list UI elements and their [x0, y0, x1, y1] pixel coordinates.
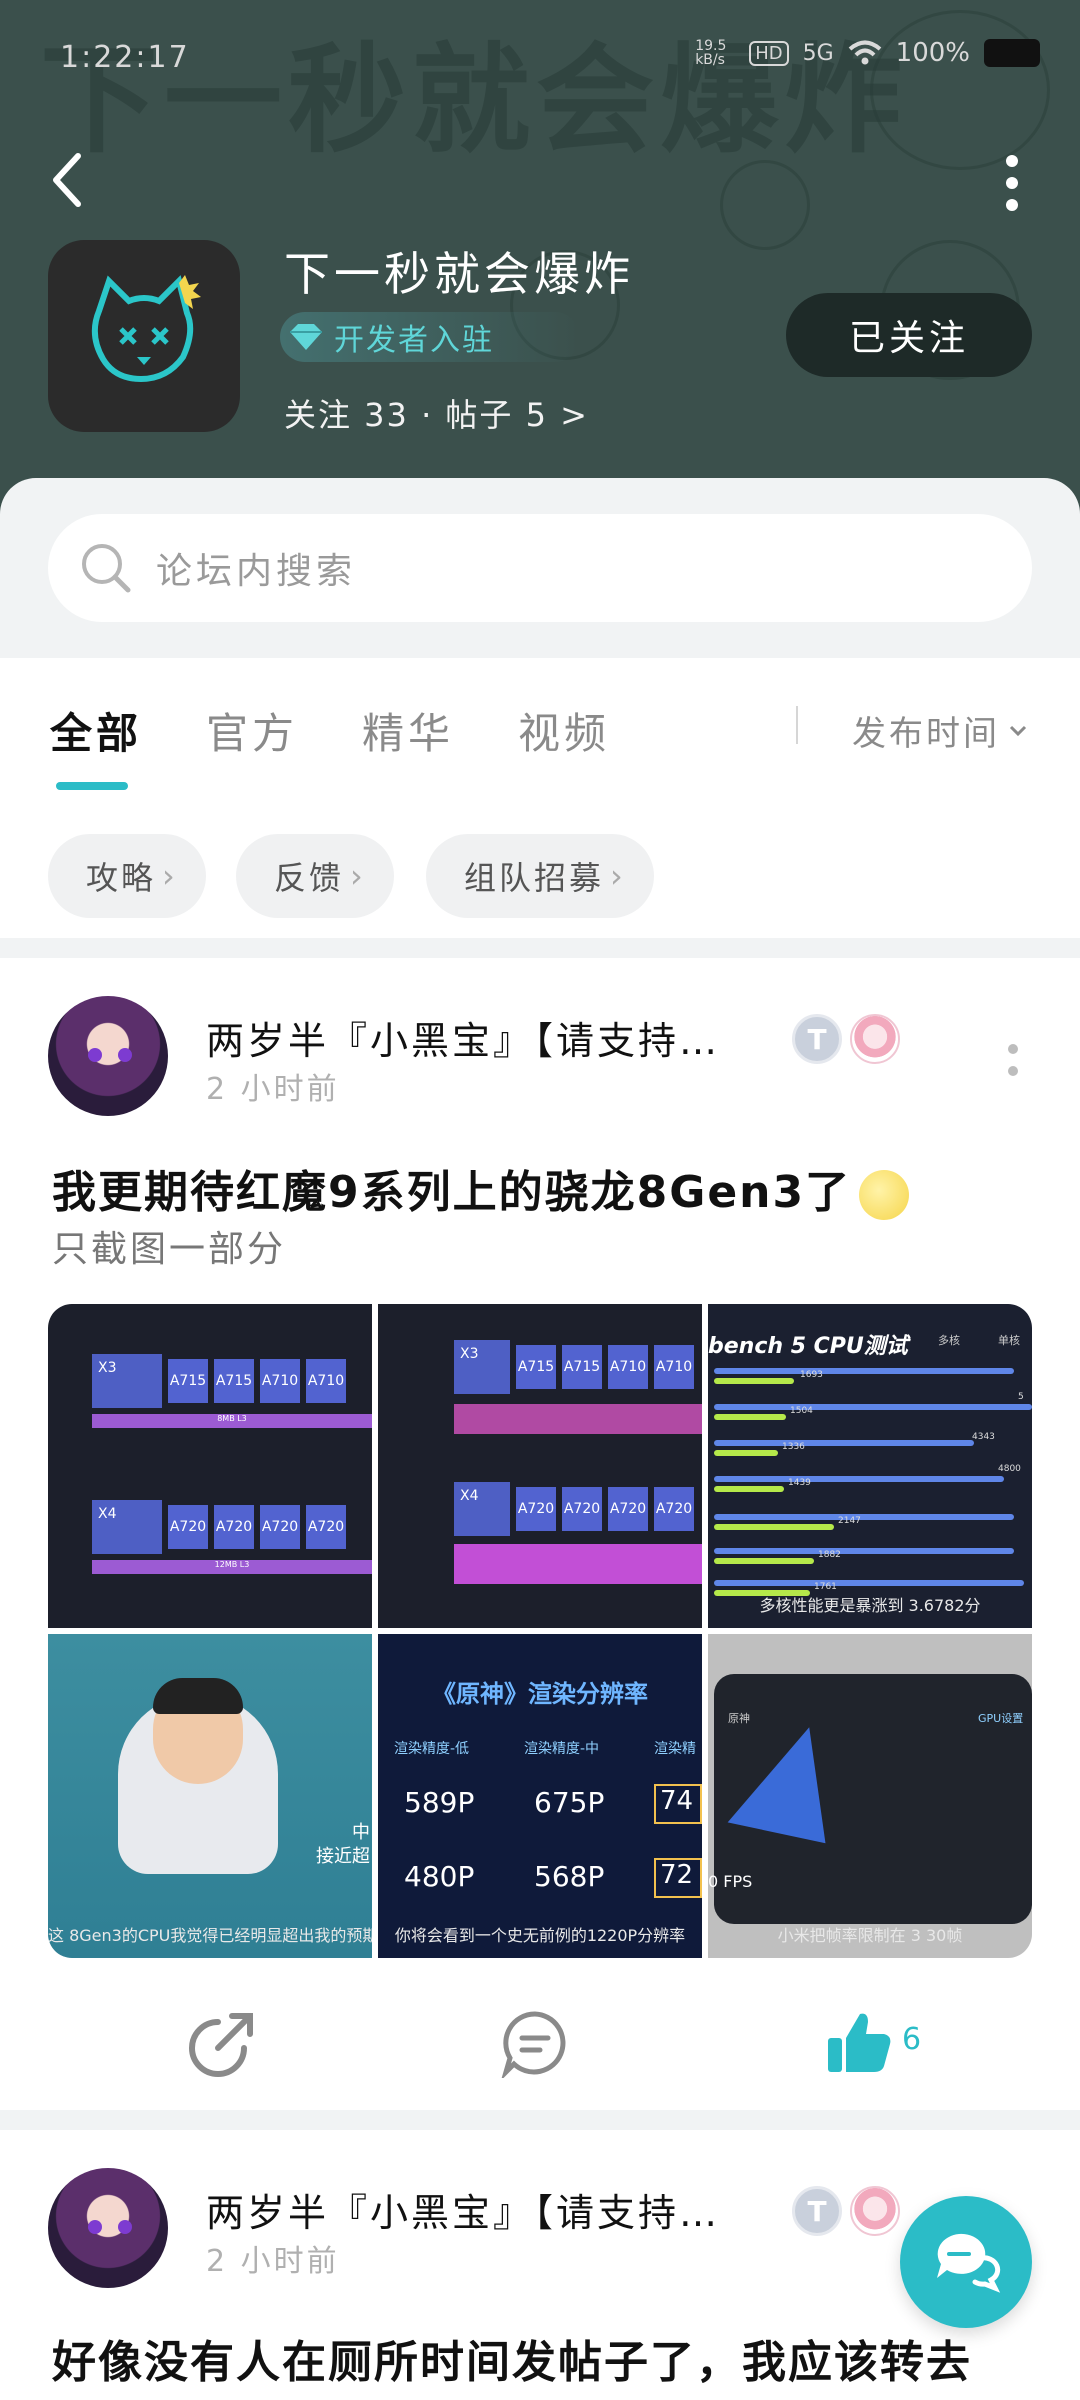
author-name[interactable]: 两岁半『小黑宝』【请支持… — [206, 1010, 720, 1065]
forum-app-icon — [48, 240, 240, 432]
more-options-icon[interactable] — [1004, 155, 1020, 211]
sort-dropdown[interactable]: 发布时间 — [852, 706, 1028, 755]
post-time: 2 小时前 — [206, 2244, 340, 2279]
level-badge-icon: T — [792, 2186, 842, 2236]
back-arrow-icon[interactable] — [48, 150, 88, 210]
post-card[interactable]: 两岁半『小黑宝』【请支持… 2 小时前 T 我更期待红魔9系列上的骁龙8Gen3… — [0, 958, 1080, 2110]
active-tab-indicator — [56, 782, 128, 790]
post-divider — [0, 2112, 1080, 2130]
developer-badge: 开发者入驻 — [280, 312, 580, 362]
post-image-6-gpu[interactable]: 原神 GPU设置 0 FPS 小米把帧率限制在 3 30帧 — [708, 1634, 1032, 1958]
diamond-icon — [290, 324, 322, 350]
like-count: 6 — [902, 2022, 922, 2057]
character-badge-icon — [850, 2186, 900, 2236]
like-thumb-icon[interactable] — [824, 2008, 894, 2078]
search-icon — [82, 544, 131, 593]
post-image-1[interactable]: X3 A715 A715 A710 A710 8MB L3 X4 A720 A7… — [48, 1304, 372, 1628]
post-title-text: 我更期待红魔9系列上的骁龙8Gen3了 — [52, 1167, 852, 1218]
post-image-5-resolution[interactable]: 《原神》渲染分辨率 渲染精度-低 渲染精度-中 渲染精 589P 675P 74… — [378, 1634, 702, 1958]
forum-stats-link[interactable]: 关注 33 · 帖子 5 > — [284, 390, 589, 436]
tab-bar: 全部 官方 精华 视频 发布时间 攻略 › 反馈 › 组队招募 › — [0, 658, 1080, 938]
signal-5g-icon: 5G — [802, 40, 834, 66]
chip-guides-label: 攻略 — [86, 859, 157, 897]
post-image-2[interactable]: X3 A715 A715 A710 A710 X4 A720 A720 A720… — [378, 1304, 702, 1628]
chevron-right-icon: › — [610, 857, 626, 895]
status-time: 1:22:17 — [60, 40, 190, 75]
chevron-right-icon: › — [162, 857, 178, 895]
share-icon[interactable] — [188, 2008, 258, 2078]
author-avatar[interactable] — [48, 2168, 168, 2288]
forum-name: 下一秒就会爆炸 — [284, 247, 634, 301]
post-time: 2 小时前 — [206, 1072, 340, 1107]
chip-team-recruit-label: 组队招募 — [464, 859, 605, 897]
image-caption: 这 8Gen3的CPU我觉得已经明显超出我的预期了 — [48, 1926, 372, 1945]
search-section: 论坛内搜索 — [0, 478, 1080, 658]
status-bar: 1:22:17 19.5 kB/s HD 5G 100% — [0, 0, 1080, 110]
author-avatar[interactable] — [48, 996, 168, 1116]
hd-icon: HD — [749, 40, 789, 66]
battery-percent: 100% — [895, 38, 970, 68]
tab-video[interactable]: 视频 — [518, 700, 610, 761]
character-badge-icon — [850, 1014, 900, 1064]
chevron-down-icon — [1009, 725, 1027, 736]
chip-team-recruit[interactable]: 组队招募 › — [426, 834, 654, 918]
chip-guides[interactable]: 攻略 › — [48, 834, 206, 918]
moon-face-emoji-icon — [859, 1170, 910, 1220]
forum-header: 下一秒就会爆炸 1:22:17 19.5 kB/s HD 5G 100% 下一秒… — [0, 0, 1080, 520]
net-speed: 19.5 kB/s — [695, 38, 727, 68]
chat-bubble-icon — [937, 2233, 1001, 2293]
post-actions: 6 — [0, 1998, 1080, 2098]
bomb-cat-logo-icon — [91, 275, 201, 383]
image-caption: 小米把帧率限制在 3 30帧 — [777, 1926, 963, 1945]
tab-all[interactable]: 全部 — [50, 700, 142, 761]
author-name[interactable]: 两岁半『小黑宝』【请支持… — [206, 2182, 720, 2237]
post-title[interactable]: 好像没有人在厕所时间发帖子了，我应该转去 — [52, 2326, 972, 2390]
post-title[interactable]: 我更期待红魔9系列上的骁龙8Gen3了 — [52, 1156, 910, 1220]
tab-featured[interactable]: 精华 — [362, 700, 454, 761]
post-image-4-presenter[interactable]: 中 接近超 这 8Gen3的CPU我觉得已经明显超出我的预期了 — [48, 1634, 372, 1958]
search-input[interactable]: 论坛内搜索 — [48, 514, 1032, 622]
tab-separator — [796, 706, 798, 744]
chip-feedback-label: 反馈 — [274, 859, 345, 897]
chip-feedback[interactable]: 反馈 › — [236, 834, 394, 918]
post-more-icon[interactable] — [1008, 1044, 1020, 1088]
image-caption: 多核性能更是暴涨到 3.6782分 — [759, 1596, 981, 1615]
image-caption: 你将会看到一个史无前例的1220P分辨率 — [394, 1926, 686, 1945]
post-subtitle: 只截图一部分 — [52, 1229, 287, 1270]
search-placeholder: 论坛内搜索 — [156, 551, 357, 592]
follow-button[interactable]: 已关注 — [786, 293, 1032, 377]
post-image-3-benchmark[interactable]: bench 5 CPU测试 多核 单核 1693 5 1504 4343 133… — [708, 1304, 1032, 1628]
level-badge-icon: T — [792, 1014, 842, 1064]
tab-official[interactable]: 官方 — [206, 700, 298, 761]
chevron-right-icon: › — [350, 857, 366, 895]
post-image-grid[interactable]: X3 A715 A715 A710 A710 8MB L3 X4 A720 A7… — [48, 1304, 1032, 1958]
sort-label: 发布时间 — [852, 714, 1000, 754]
wifi-icon — [848, 40, 881, 65]
developer-badge-label: 开发者入驻 — [334, 323, 494, 358]
comment-icon[interactable] — [500, 2008, 570, 2078]
decor-bomb-outline — [720, 160, 810, 250]
battery-icon — [984, 39, 1040, 67]
chat-fab-button[interactable] — [900, 2196, 1032, 2328]
